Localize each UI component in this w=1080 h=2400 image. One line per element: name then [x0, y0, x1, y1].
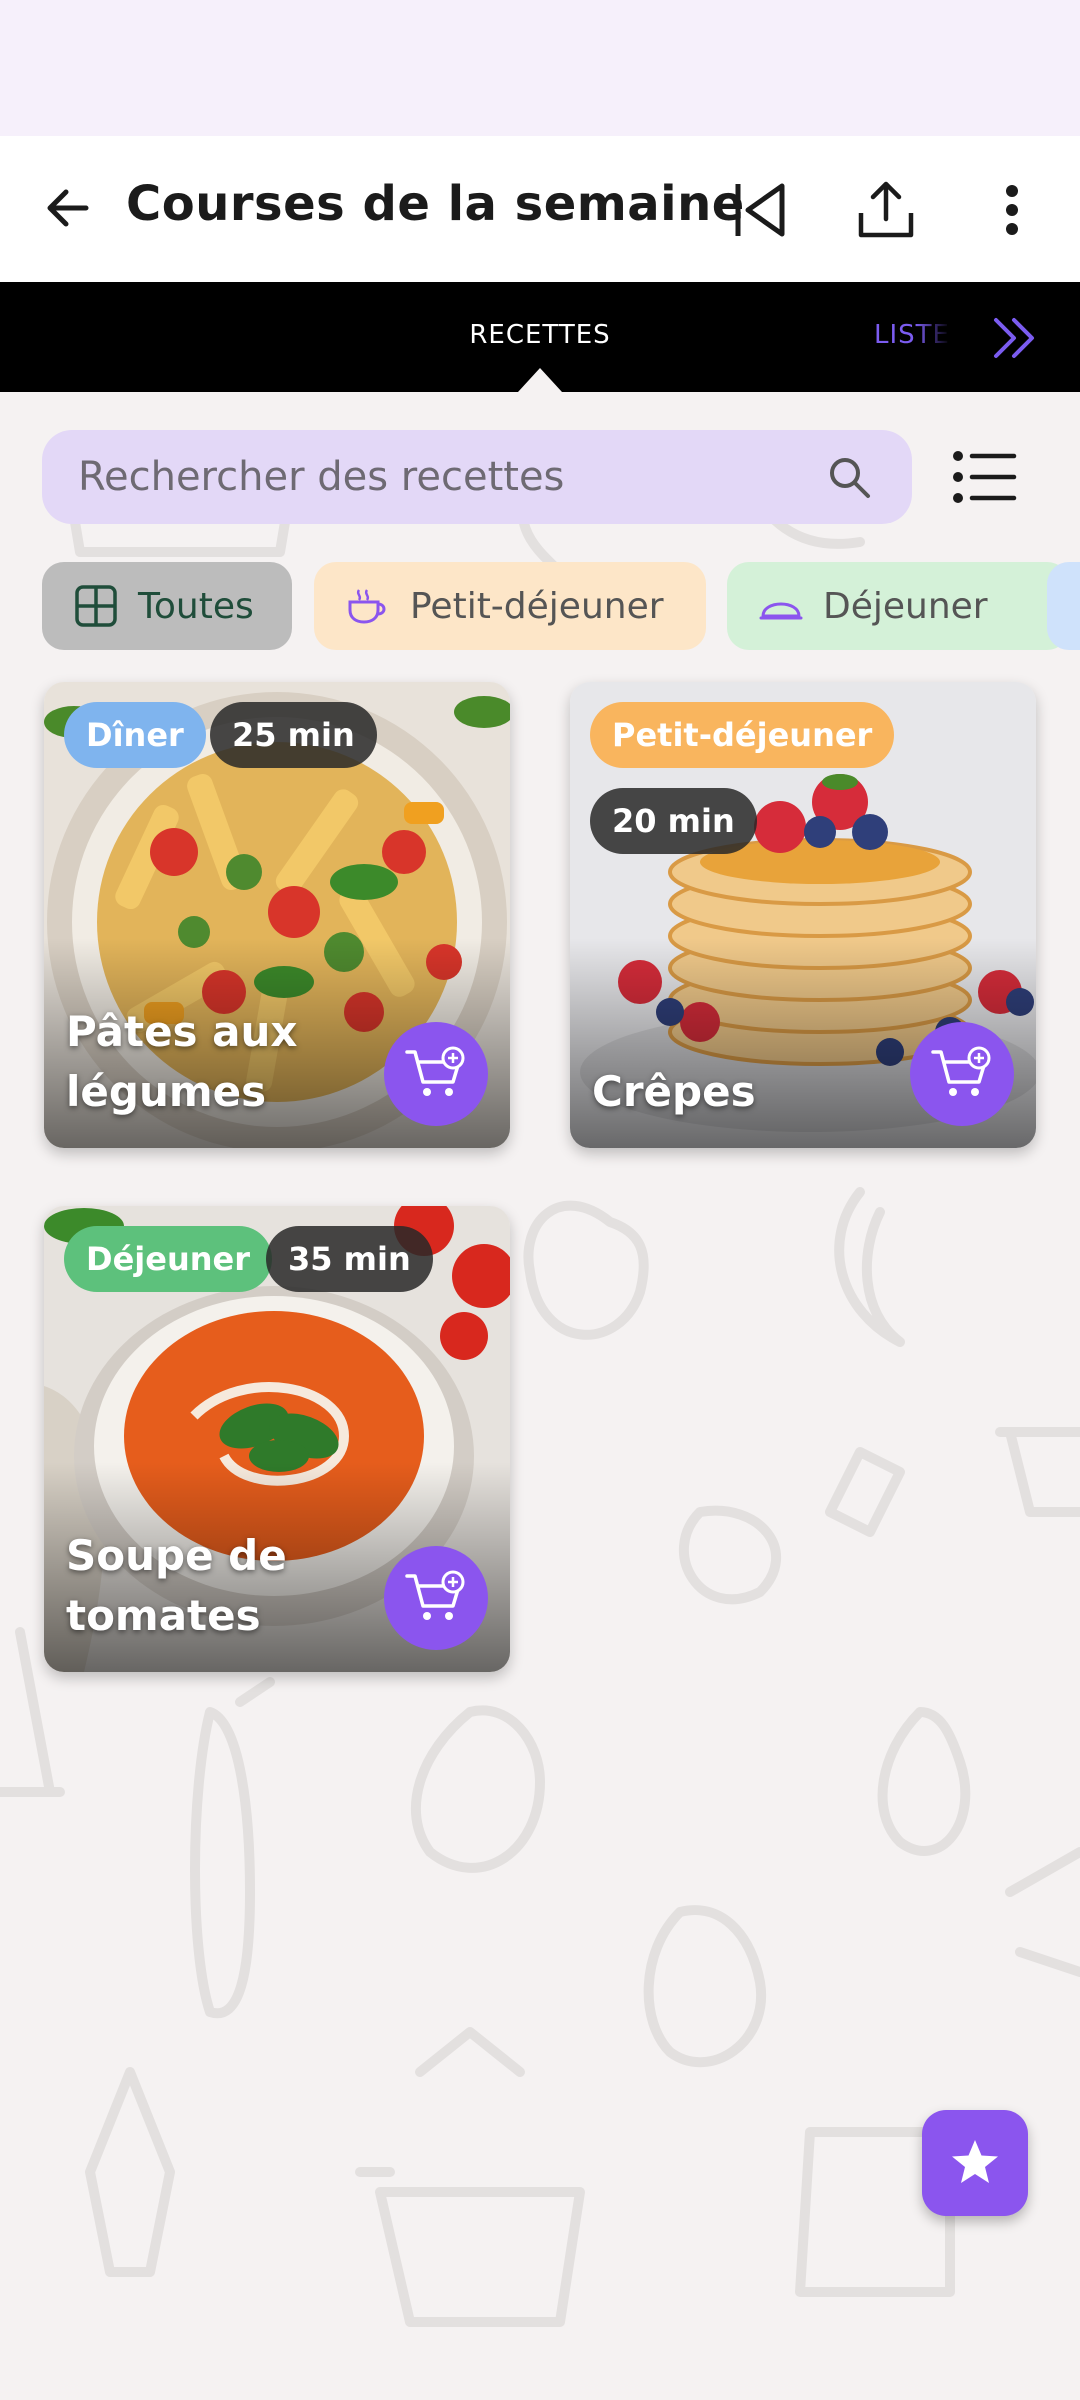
search-input[interactable]: [78, 430, 818, 524]
add-to-cart-button[interactable]: [384, 1022, 488, 1126]
grid-icon: [74, 584, 118, 628]
add-to-cart-button[interactable]: [384, 1546, 488, 1650]
add-to-cart-icon: [405, 1046, 465, 1096]
coffee-cup-icon: [346, 584, 390, 628]
favorites-fab[interactable]: [922, 2110, 1028, 2216]
category-badge: Petit-déjeuner: [590, 702, 895, 768]
star-icon: [952, 2140, 998, 2183]
add-to-cart-button[interactable]: [910, 1022, 1014, 1126]
search-bar: [42, 430, 912, 524]
recipe-title: Crêpes: [592, 1067, 756, 1116]
recipe-card[interactable]: Petit-déjeuner 20 min Crêpes: [570, 682, 1036, 1148]
back-button[interactable]: [32, 172, 104, 244]
category-badge: Déjeuner: [64, 1226, 272, 1292]
search-icon[interactable]: [824, 452, 874, 502]
status-bar: [0, 0, 1080, 136]
back-arrow-icon: [47, 189, 89, 227]
filter-chip-dejeuner[interactable]: Déjeuner: [727, 562, 1069, 650]
active-tab-indicator: [518, 368, 562, 392]
more-vert-icon: [1006, 185, 1018, 235]
more-options-button[interactable]: [972, 170, 1052, 250]
cloche-icon: [759, 584, 803, 628]
time-badge: 25 min: [210, 702, 377, 768]
time-badge: 35 min: [266, 1226, 433, 1292]
filter-chip-more[interactable]: [1047, 562, 1080, 650]
list-icon: [953, 451, 1017, 503]
skip-previous-icon: [735, 183, 785, 237]
skip-previous-button[interactable]: [720, 170, 800, 250]
app-bar: Courses de la semaine: [0, 136, 1080, 282]
share-button[interactable]: [846, 170, 926, 250]
double-chevron-right-icon: [994, 318, 1034, 358]
time-badge: 20 min: [590, 788, 757, 854]
tab-bar: RECETTES LISTE: [0, 282, 1080, 392]
next-tab-button[interactable]: [988, 308, 1048, 368]
filter-label: Toutes: [138, 585, 254, 627]
tab-recettes[interactable]: RECETTES: [430, 320, 650, 350]
add-to-cart-icon: [405, 1570, 465, 1620]
recipe-title: Pâtes aux légumes: [66, 1007, 298, 1116]
recipe-card[interactable]: Dîner 25 min Pâtes aux légumes: [44, 682, 510, 1148]
filter-label: Petit-déjeuner: [410, 585, 664, 627]
category-badge: Dîner: [64, 702, 206, 768]
filter-chip-petit-dejeuner[interactable]: Petit-déjeuner: [314, 562, 706, 650]
filter-chip-toutes[interactable]: Toutes: [42, 562, 292, 650]
share-icon: [858, 181, 914, 238]
list-view-button[interactable]: [950, 446, 1020, 508]
recipe-title: Soupe de tomates: [66, 1531, 287, 1640]
filter-label: Déjeuner: [823, 585, 988, 627]
add-to-cart-icon: [931, 1046, 991, 1096]
tab-liste[interactable]: LISTE: [874, 320, 950, 350]
recipe-card[interactable]: Déjeuner 35 min Soupe de tomates: [44, 1206, 510, 1672]
page-title: Courses de la semaine: [126, 176, 745, 232]
